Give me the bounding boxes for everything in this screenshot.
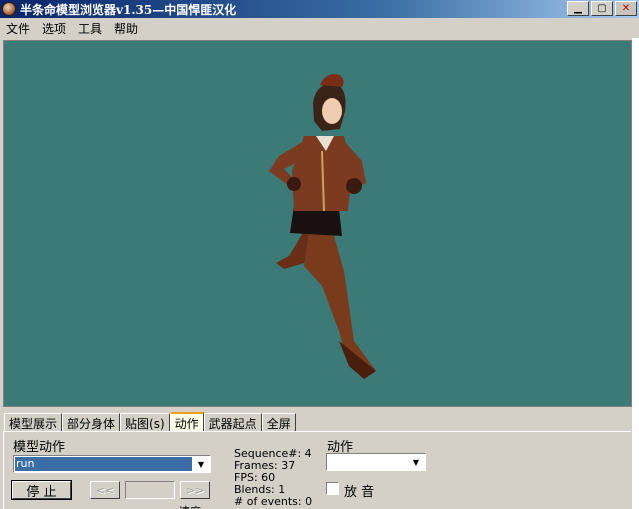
tab-model-display[interactable]: 模型展示	[4, 413, 63, 432]
tab-body-parts[interactable]: 部分身体	[62, 413, 121, 432]
sequence-info: Sequence#: 4 Frames: 37 FPS: 60 Blends: …	[234, 448, 312, 508]
chevron-down-icon: ▼	[412, 457, 420, 467]
tab-fullscreen[interactable]: 全屏	[261, 413, 296, 432]
frame-input[interactable]	[125, 481, 175, 499]
events-count: # of events: 0	[234, 495, 313, 508]
window-edge	[632, 38, 639, 509]
sequence-label: 模型动作	[13, 440, 66, 455]
sequence-panel: 模型动作 run ▼ 停 止 << >> 速度 Sequence#: 4 Fra…	[3, 431, 631, 509]
action-select[interactable]: ▼	[326, 453, 426, 471]
menu-help[interactable]: 帮助	[114, 20, 138, 37]
speed-label: 速度	[179, 503, 201, 509]
model-viewport[interactable]	[3, 40, 632, 407]
minimize-button[interactable]: ▁	[567, 1, 589, 16]
next-frame-button[interactable]: >>	[180, 481, 210, 499]
menu-file[interactable]: 文件	[6, 20, 30, 37]
sequence-select[interactable]: run ▼	[13, 455, 211, 473]
tab-weapon-origin[interactable]: 武器起点	[203, 413, 262, 432]
close-icon: ✕	[621, 3, 631, 14]
app-icon	[2, 2, 16, 16]
sound-checkbox[interactable]	[326, 482, 339, 495]
menu-options[interactable]: 选项	[42, 20, 66, 37]
tab-strip: 模型展示 部分身体 贴图(s) 动作 武器起点 全屏	[4, 412, 296, 432]
menu-tools[interactable]: 工具	[78, 20, 102, 37]
character-model	[269, 74, 376, 379]
sound-checkbox-label: 放 音	[344, 485, 375, 500]
tab-textures[interactable]: 贴图(s)	[120, 413, 170, 432]
action-select-value	[328, 455, 407, 469]
maximize-icon: ▢	[597, 3, 607, 14]
window-title: 半条命模型浏览器v1.35—中国悍匪汉化	[20, 2, 237, 17]
prev-frame-button[interactable]: <<	[90, 481, 120, 499]
minimize-icon: ▁	[574, 3, 582, 14]
close-button[interactable]: ✕	[615, 1, 637, 16]
sequence-select-value: run	[15, 457, 192, 471]
title-bar[interactable]: 半条命模型浏览器v1.35—中国悍匪汉化 ▁ ▢ ✕	[0, 0, 639, 18]
tab-sequences[interactable]: 动作	[169, 412, 204, 432]
maximize-button[interactable]: ▢	[591, 1, 613, 16]
chevron-down-icon: ▼	[197, 459, 205, 469]
menu-bar: 文件 选项 工具 帮助	[0, 18, 639, 38]
window-controls: ▁ ▢ ✕	[567, 1, 637, 16]
stop-button[interactable]: 停 止	[11, 480, 72, 500]
